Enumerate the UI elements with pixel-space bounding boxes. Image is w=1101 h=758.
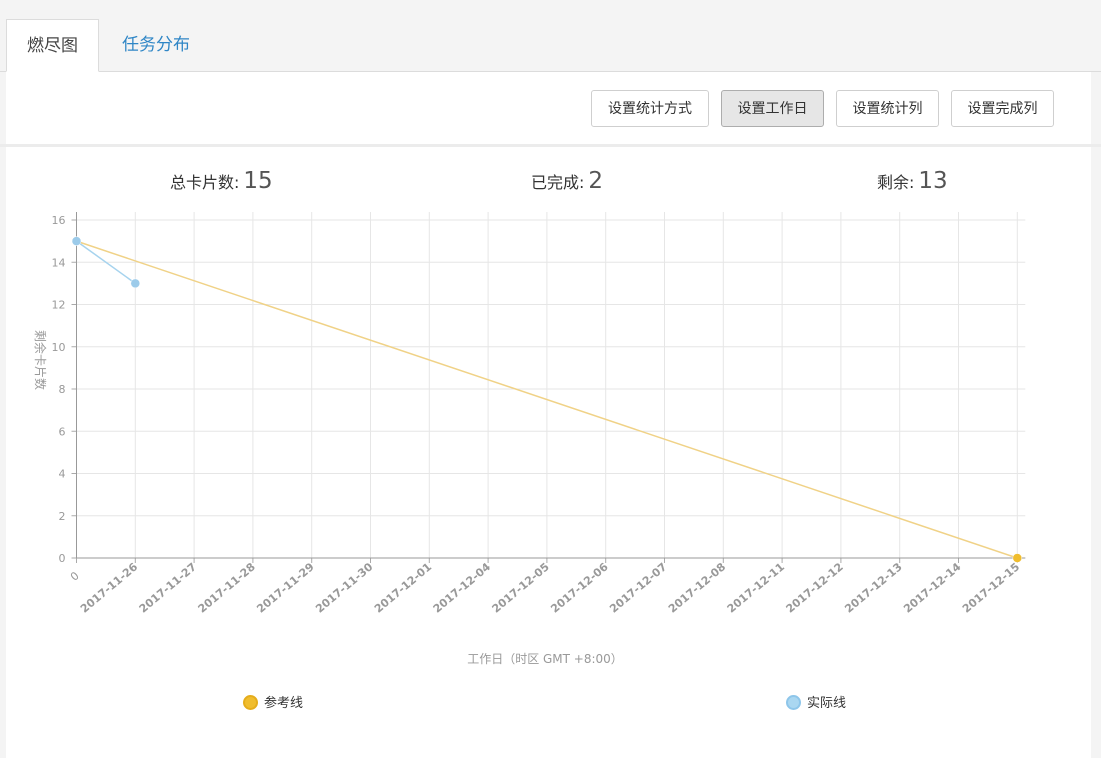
legend-reference-marker (243, 695, 258, 710)
x-axis-label: 工作日（时区 GMT +8:00） (467, 652, 623, 666)
data-point-actual (71, 236, 82, 246)
legend-actual-marker (786, 695, 801, 710)
x-tick-label: 2017-12-01 (372, 560, 434, 615)
x-tick-label: 2017-11-29 (254, 560, 316, 615)
y-tick-label: 14 (52, 256, 66, 269)
legend-actual-label: 实际线 (807, 696, 847, 711)
x-tick-label: 2017-12-14 (901, 560, 964, 615)
x-tick-label: 2017-11-28 (196, 560, 258, 615)
y-tick-label: 12 (52, 299, 66, 312)
x-tick-label: 2017-12-15 (960, 560, 1022, 615)
y-tick-label: 0 (59, 552, 66, 565)
x-tick-label: 2017-12-05 (490, 560, 552, 615)
y-tick-label: 16 (52, 214, 66, 227)
y-axis-label: 剩余卡片数 (33, 330, 48, 390)
legend-item-reference[interactable]: 参考线 (243, 694, 303, 714)
x-tick-label: 2017-12-12 (784, 560, 846, 615)
data-point-actual (130, 278, 141, 289)
x-tick-label: 2017-12-13 (842, 560, 904, 615)
x-tick-label: 2017-11-30 (313, 560, 376, 615)
x-tick-label: 2017-11-27 (137, 560, 199, 615)
y-tick-label: 6 (59, 425, 66, 438)
data-point-reference (1012, 553, 1023, 563)
legend-item-actual[interactable]: 实际线 (786, 694, 846, 714)
x-tick-label: 2017-12-04 (431, 560, 494, 615)
legend-reference-label: 参考线 (264, 696, 304, 711)
y-tick-label: 8 (59, 383, 66, 396)
x-tick-label: 2017-12-06 (548, 560, 611, 615)
burndown-chart: 024681012141602017-11-262017-11-272017-1… (33, 212, 1026, 666)
x-tick-label: 2017-12-08 (666, 560, 728, 615)
y-tick-label: 2 (59, 510, 66, 523)
y-tick-label: 10 (52, 341, 66, 354)
x-tick-label: 2017-12-11 (725, 560, 787, 615)
x-tick-label: 2017-12-07 (607, 560, 669, 615)
y-tick-label: 4 (59, 468, 66, 481)
x-tick-label: 0 (68, 569, 82, 583)
x-tick-label: 2017-11-26 (78, 560, 141, 615)
